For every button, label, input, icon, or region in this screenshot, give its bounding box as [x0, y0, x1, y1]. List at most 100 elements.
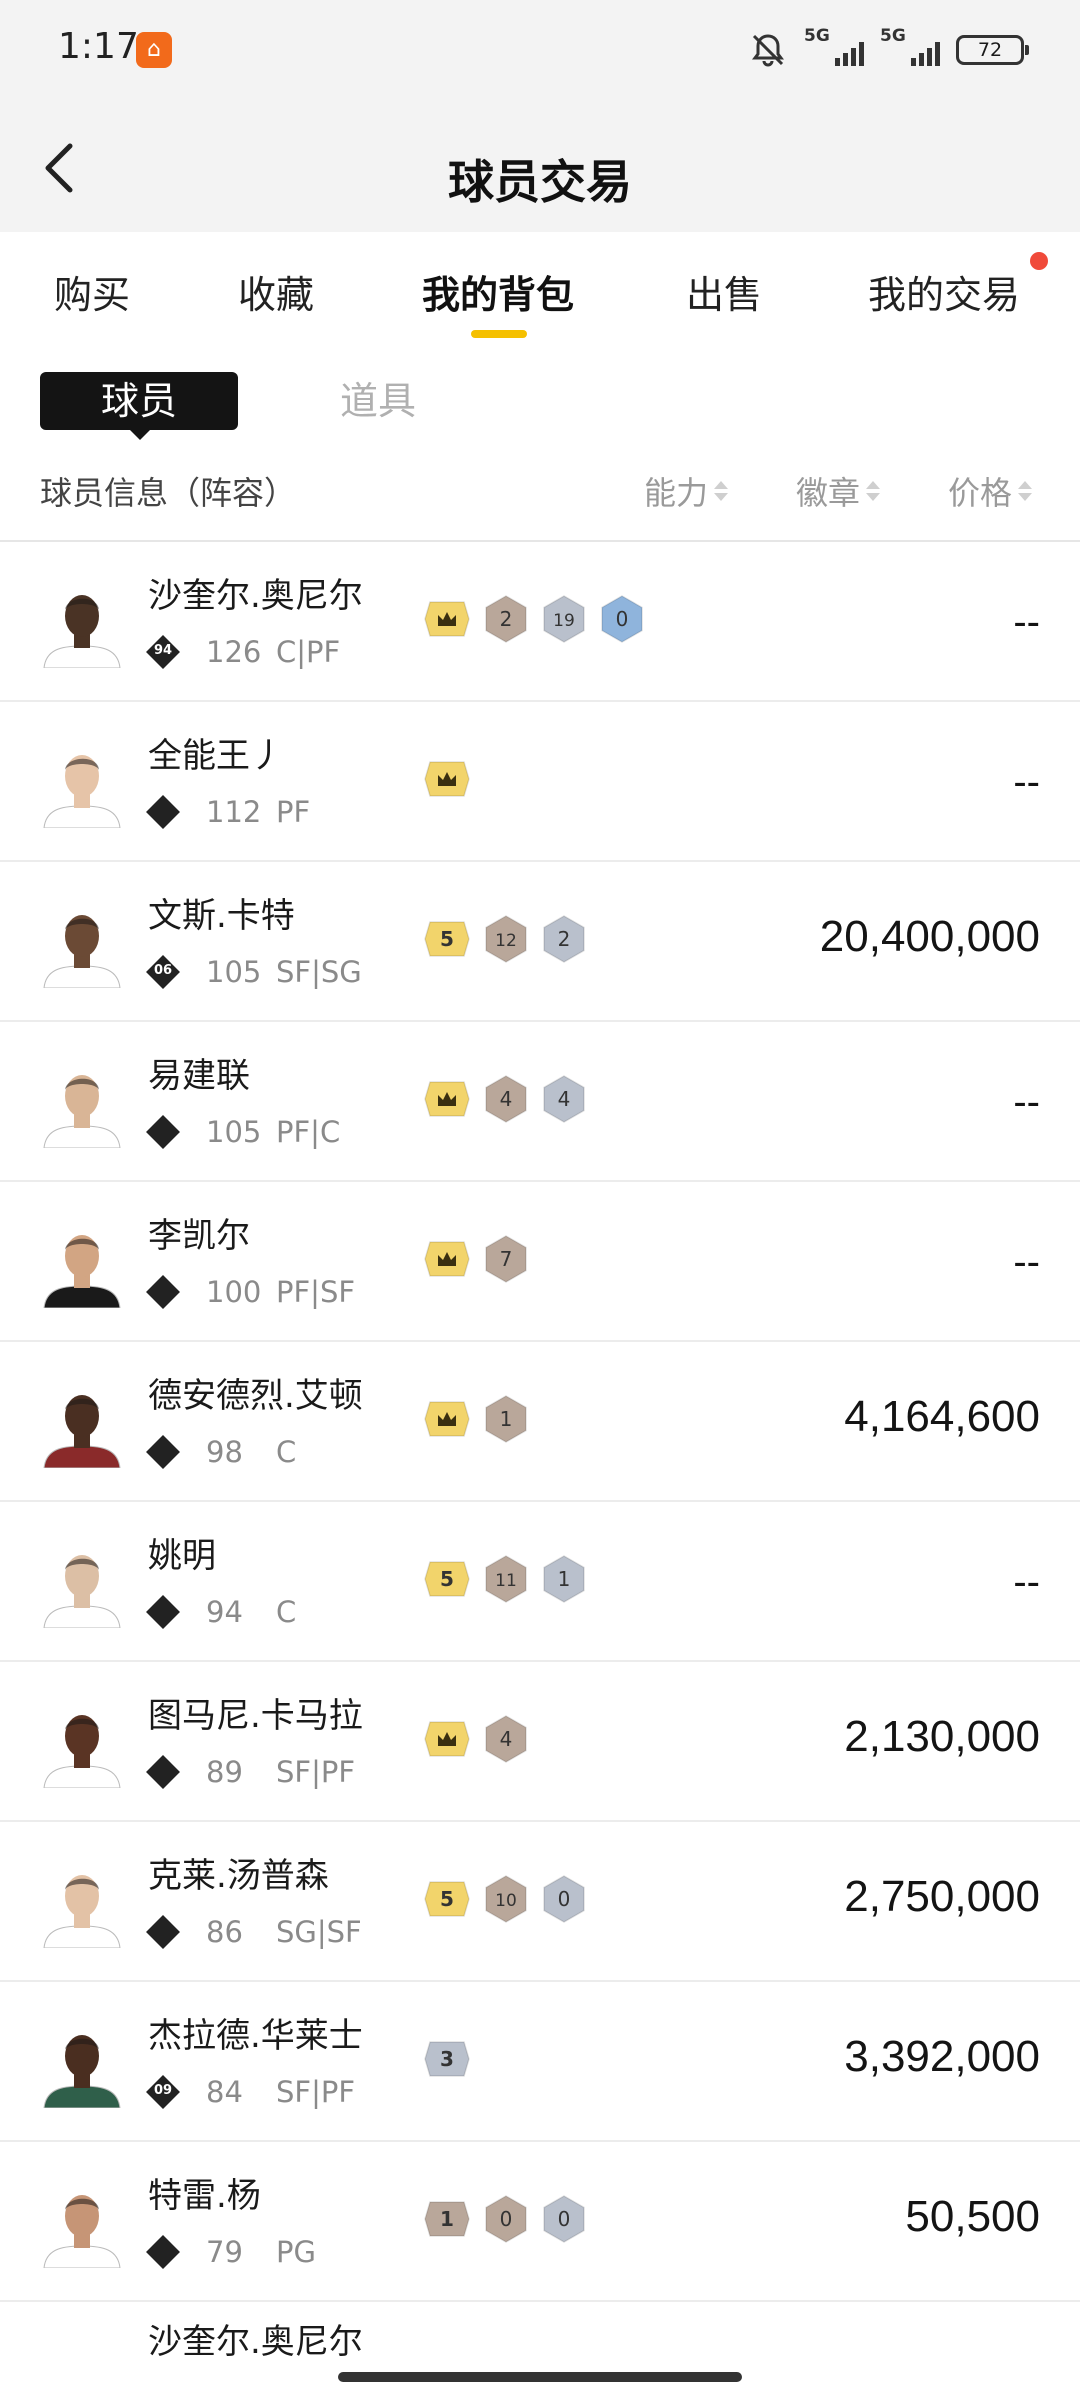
player-avatar	[43, 1555, 121, 1628]
badge-count: 3	[440, 2047, 454, 2071]
header-player-info: 球员信息（阵容）	[40, 474, 297, 512]
active-tab-indicator	[471, 330, 527, 338]
sub-tabs: 球员 道具	[0, 360, 1080, 440]
player-price: 4,164,600	[844, 1392, 1040, 1441]
tab-sell[interactable]: 出售	[686, 264, 762, 319]
player-avatar	[43, 595, 121, 668]
player-name: 特雷.杨	[148, 2176, 261, 2216]
tab-my-trades[interactable]: 我的交易	[868, 264, 1020, 319]
player-name: 文斯.卡特	[148, 896, 295, 936]
player-price: --	[1013, 1560, 1040, 1604]
player-row[interactable]: 沙奎尔.奥尼尔 94 126 C|PF 2 19 0 --	[0, 542, 1080, 702]
player-name: 全能王丿	[148, 736, 284, 776]
badge-bronze: 7	[485, 1235, 527, 1283]
player-avatar	[43, 1875, 121, 1948]
badge-count: 0	[616, 607, 629, 631]
crown-badge-icon	[424, 1081, 470, 1117]
player-price: 20,400,000	[819, 912, 1040, 961]
player-price: 2,750,000	[844, 1872, 1040, 1921]
player-row[interactable]: 全能王丿 112 PF --	[0, 702, 1080, 862]
player-name: 沙奎尔.奥尼尔	[148, 576, 363, 616]
badge-count: 5	[440, 1887, 454, 1911]
player-overall: 98	[206, 1435, 243, 1469]
sort-ability[interactable]: 能力	[644, 468, 729, 514]
player-name: 沙奎尔.奥尼尔	[148, 2322, 363, 2362]
badge-silver: 19	[543, 595, 585, 643]
badge-count: 1	[440, 2207, 454, 2231]
signal-2-icon: 5G	[880, 26, 940, 70]
tier-diamond-icon: 09	[146, 2075, 180, 2109]
player-position: C	[276, 1435, 297, 1469]
player-row[interactable]: 德安德烈.艾顿 98 C 1 4,164,600	[0, 1342, 1080, 1502]
player-meta: 09 84 SF|PF	[146, 2072, 356, 2112]
player-row[interactable]: 克莱.汤普森 86 SG|SF 5 10 0 2,750,000	[0, 1822, 1080, 1982]
player-row[interactable]: 姚明 94 C 5 11 1 --	[0, 1502, 1080, 1662]
badge-count: 10	[495, 1891, 517, 1911]
player-row[interactable]: 文斯.卡特 06 105 SF|SG 5 12 2 20,400,000	[0, 862, 1080, 1022]
home-indicator[interactable]	[338, 2372, 742, 2382]
badge-group: 44	[424, 1074, 586, 1124]
app-notification-icon: ⌂	[136, 32, 172, 68]
player-position: SF|PF	[276, 1755, 356, 1789]
player-position: PF|SF	[276, 1275, 356, 1309]
crown-badge-icon	[424, 1241, 470, 1277]
player-position: C|PF	[276, 635, 341, 669]
player-row[interactable]: 李凯尔 100 PF|SF 7 --	[0, 1182, 1080, 1342]
sort-price[interactable]: 价格	[948, 468, 1033, 514]
player-row[interactable]: 特雷.杨 79 PG 1 0 0 50,500	[0, 2142, 1080, 2302]
sort-badge[interactable]: 徽章	[796, 468, 881, 514]
subtab-players[interactable]: 球员	[40, 372, 238, 440]
badge-bronze: 11	[485, 1555, 527, 1603]
tier-diamond-icon	[146, 1275, 180, 1309]
player-row[interactable]: 杰拉德.华莱士 09 84 SF|PF 3 3,392,000	[0, 1982, 1080, 2142]
badge-group: 4	[424, 1714, 528, 1764]
sort-arrows-icon	[866, 481, 881, 501]
signal-1-icon: 5G	[804, 26, 864, 70]
player-row-partial[interactable]: 沙奎尔.奥尼尔	[0, 2302, 1080, 2362]
battery-icon: 72	[956, 35, 1029, 65]
tier-label: 06	[153, 963, 173, 978]
signal-2-label: 5G	[880, 26, 906, 46]
sort-ability-label: 能力	[644, 474, 709, 512]
subtab-items[interactable]: 道具	[340, 372, 416, 430]
player-overall: 84	[206, 2075, 243, 2109]
player-meta: 100 PF|SF	[146, 1272, 356, 1312]
badge-group: 5 12 2	[424, 914, 586, 964]
badge-silver: 0	[543, 2195, 585, 2243]
main-tabs: 购买 收藏 我的背包 出售 我的交易	[0, 232, 1080, 352]
badge-group	[424, 754, 470, 804]
badge-group: 1	[424, 1394, 528, 1444]
crown-badge-icon	[424, 1401, 470, 1437]
signal-1-label: 5G	[804, 26, 830, 46]
sort-price-label: 价格	[948, 474, 1013, 512]
badge-count: 1	[500, 1407, 513, 1431]
player-row[interactable]: 易建联 105 PF|C 4 4 --	[0, 1022, 1080, 1182]
system-icons: 5G 5G 72	[748, 26, 1029, 72]
player-overall: 79	[206, 2235, 243, 2269]
player-price: 2,130,000	[844, 1712, 1040, 1761]
tab-my-bag[interactable]: 我的背包	[422, 264, 574, 319]
tab-favorites[interactable]: 收藏	[238, 264, 314, 319]
badge-count: 1	[558, 1567, 571, 1591]
sort-arrows-icon	[714, 481, 729, 501]
mute-bell-icon	[752, 34, 784, 67]
tab-buy[interactable]: 购买	[54, 264, 130, 319]
badge-silver: 4	[543, 1075, 585, 1123]
player-price: --	[1013, 1080, 1040, 1124]
badge-bronze: 1	[485, 1395, 527, 1443]
badge-count: 19	[553, 611, 575, 631]
player-row[interactable]: 图马尼.卡马拉 89 SF|PF 4 2,130,000	[0, 1662, 1080, 1822]
badge-silver: 1	[543, 1555, 585, 1603]
player-price: 3,392,000	[844, 2032, 1040, 2081]
badge-bronze: 4	[485, 1715, 527, 1763]
player-name: 李凯尔	[148, 1216, 250, 1256]
player-avatar	[43, 2195, 121, 2268]
badge-count: 12	[495, 931, 517, 951]
sort-badge-label: 徽章	[796, 474, 861, 512]
player-overall: 105	[206, 955, 262, 989]
player-meta: 94 C	[146, 1592, 296, 1632]
player-position: SF|PF	[276, 2075, 356, 2109]
player-avatar	[43, 1715, 121, 1788]
badge-gold: 5	[424, 1881, 470, 1917]
badge-bronze: 4	[485, 1075, 527, 1123]
